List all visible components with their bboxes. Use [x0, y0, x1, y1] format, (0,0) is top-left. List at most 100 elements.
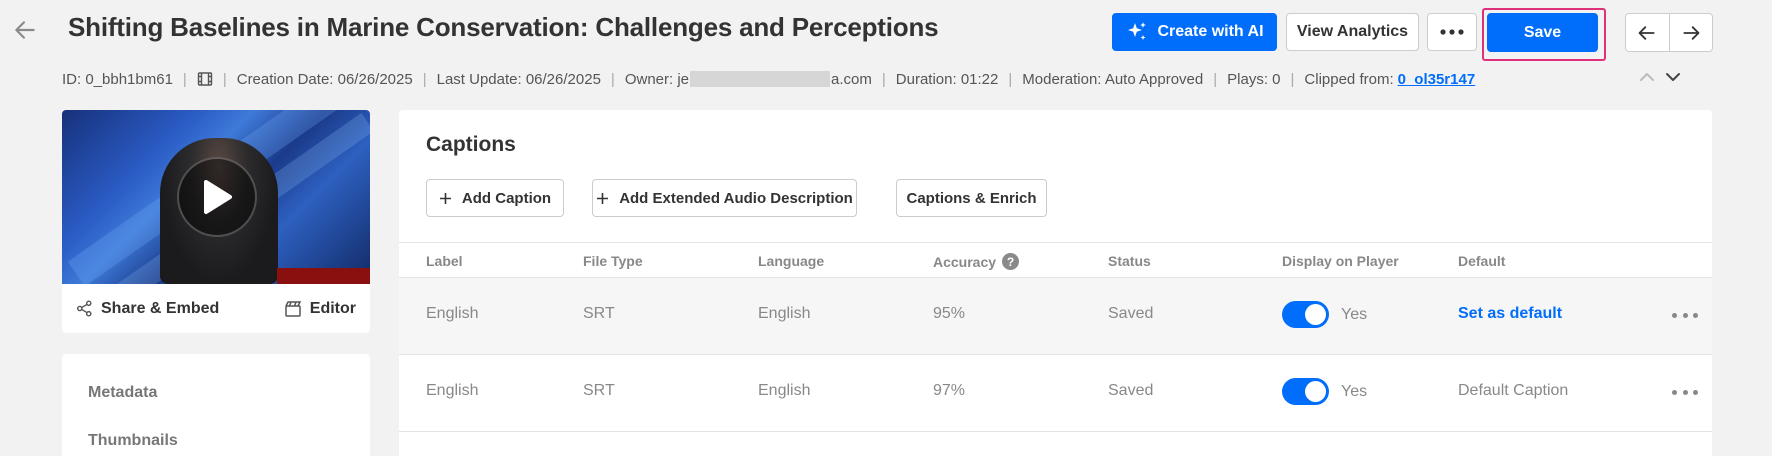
- owner-prefix: Owner: je: [624, 70, 690, 88]
- row-more-actions-button[interactable]: [1672, 305, 1698, 325]
- more-dots-icon: [1672, 312, 1677, 318]
- captions-title: Captions: [426, 133, 516, 156]
- more-dots-icon: [1440, 29, 1464, 35]
- default-caption-text: Default Caption: [1458, 382, 1569, 399]
- video-thumbnail[interactable]: [62, 110, 370, 284]
- editor-button[interactable]: Editor: [284, 300, 356, 318]
- play-icon: [204, 180, 232, 214]
- duration: Duration: 01:22: [895, 70, 999, 88]
- toggle-knob: [1305, 304, 1326, 325]
- add-audio-description-button[interactable]: Add Extended Audio Description: [592, 179, 857, 217]
- cell-accuracy: 95%: [933, 305, 966, 322]
- column-header-language: Language: [758, 253, 825, 269]
- column-header-status: Status: [1108, 253, 1151, 269]
- toggle-label: Yes: [1341, 305, 1368, 323]
- plus-icon: [439, 192, 451, 204]
- separator: |: [881, 70, 886, 88]
- separator: |: [610, 70, 615, 88]
- toggle-knob: [1305, 381, 1326, 402]
- toggle-switch[interactable]: [1282, 301, 1329, 328]
- view-analytics-button[interactable]: View Analytics: [1286, 13, 1419, 51]
- share-icon: [76, 300, 92, 317]
- cell-status: Saved: [1108, 382, 1154, 399]
- video-stage-floor: [277, 268, 370, 284]
- display-on-player-toggle[interactable]: Yes: [1282, 301, 1367, 328]
- side-menu-item-metadata[interactable]: Metadata: [88, 384, 157, 402]
- create-with-ai-label: Create with AI: [1157, 23, 1264, 40]
- add-audio-description-label: Add Extended Audio Description: [619, 189, 853, 207]
- cell-accuracy: 97%: [933, 382, 966, 399]
- toggle-switch[interactable]: [1282, 378, 1329, 405]
- column-header-default: Default: [1458, 253, 1506, 269]
- set-as-default-link[interactable]: Set as default: [1458, 305, 1562, 323]
- table-row: English SRT English 97% Saved Yes Defaul…: [399, 355, 1712, 431]
- row-more-actions-button[interactable]: [1672, 382, 1698, 402]
- column-header-accuracy-label: Accuracy: [933, 253, 997, 270]
- add-caption-button[interactable]: Add Caption: [426, 179, 564, 217]
- create-with-ai-button[interactable]: Create with AI: [1112, 13, 1277, 51]
- editor-label: Editor: [309, 299, 356, 317]
- column-header-display-on-player: Display on Player: [1282, 253, 1399, 269]
- arrow-right-icon: [1683, 25, 1700, 40]
- add-caption-label: Add Caption: [461, 189, 552, 207]
- separator: |: [1290, 70, 1295, 88]
- separator: |: [422, 70, 427, 88]
- chevron-up-icon[interactable]: [1638, 68, 1656, 86]
- column-header-accuracy: Accuracy ?: [933, 253, 1020, 270]
- owner-suffix: a.com: [831, 70, 872, 88]
- captions-panel: Captions Add Caption Add Extended Audio …: [399, 110, 1712, 456]
- next-entry-button[interactable]: [1668, 14, 1713, 51]
- table-divider: [399, 242, 1712, 243]
- player-card: Share & Embed Editor: [62, 110, 370, 333]
- more-dots-icon: [1672, 389, 1677, 395]
- display-on-player-toggle[interactable]: Yes: [1282, 378, 1367, 405]
- more-dots-icon: [1693, 389, 1698, 395]
- entry-id: ID: 0_bbh1bm61: [62, 70, 173, 88]
- cell-language: English: [758, 305, 811, 322]
- owner-redaction: [690, 71, 831, 87]
- film-icon: [197, 72, 213, 86]
- more-actions-button[interactable]: [1427, 13, 1477, 51]
- chevron-down-icon[interactable]: [1664, 68, 1682, 86]
- moderation: Moderation: Auto Approved: [1022, 70, 1204, 88]
- back-arrow-icon[interactable]: [12, 17, 38, 43]
- save-button[interactable]: Save: [1487, 13, 1598, 52]
- captions-enrich-button[interactable]: Captions & Enrich: [896, 179, 1047, 217]
- entry-metadata-line: ID: 0_bbh1bm61 | | Creation Date: 06/26/…: [62, 68, 1475, 90]
- table-row: English SRT English 95% Saved Yes Set as…: [399, 278, 1712, 354]
- metadata-collapse-controls: [1638, 68, 1682, 86]
- share-embed-label: Share & Embed: [101, 299, 220, 317]
- plays-count: Plays: 0: [1227, 70, 1281, 88]
- column-header-file-type: File Type: [583, 253, 643, 269]
- table-divider: [399, 431, 1712, 432]
- arrow-left-icon: [1638, 25, 1655, 40]
- last-update: Last Update: 06/26/2025: [436, 70, 601, 88]
- share-embed-button[interactable]: Share & Embed: [76, 300, 219, 318]
- cell-label: English: [426, 305, 479, 322]
- entry-navigation: [1625, 13, 1713, 52]
- cell-language: English: [758, 382, 811, 399]
- previous-entry-button[interactable]: [1626, 14, 1669, 51]
- page-title: Shifting Baselines in Marine Conservatio…: [68, 12, 939, 42]
- help-icon[interactable]: ?: [1002, 253, 1020, 270]
- plus-icon: [597, 192, 609, 204]
- separator: |: [182, 70, 187, 88]
- separator: |: [1008, 70, 1013, 88]
- separator: |: [222, 70, 227, 88]
- more-dots-icon: [1693, 312, 1698, 318]
- play-button[interactable]: [177, 157, 257, 237]
- clipped-from-link[interactable]: 0_ol35r147: [1398, 71, 1476, 88]
- player-card-actions: Share & Embed Editor: [62, 284, 370, 333]
- cell-file-type: SRT: [583, 382, 615, 399]
- column-header-label: Label: [426, 253, 463, 269]
- top-bar: Shifting Baselines in Marine Conservatio…: [0, 0, 1772, 62]
- cell-status: Saved: [1108, 305, 1154, 322]
- creation-date: Creation Date: 06/26/2025: [236, 70, 413, 88]
- clipped-from-label: Clipped from:: [1304, 70, 1394, 88]
- editor-icon: [285, 300, 301, 317]
- more-dots-icon: [1682, 312, 1688, 318]
- separator: |: [1213, 70, 1218, 88]
- more-dots-icon: [1682, 389, 1688, 395]
- side-menu-item-thumbnails[interactable]: Thumbnails: [88, 432, 178, 450]
- cell-file-type: SRT: [583, 305, 615, 322]
